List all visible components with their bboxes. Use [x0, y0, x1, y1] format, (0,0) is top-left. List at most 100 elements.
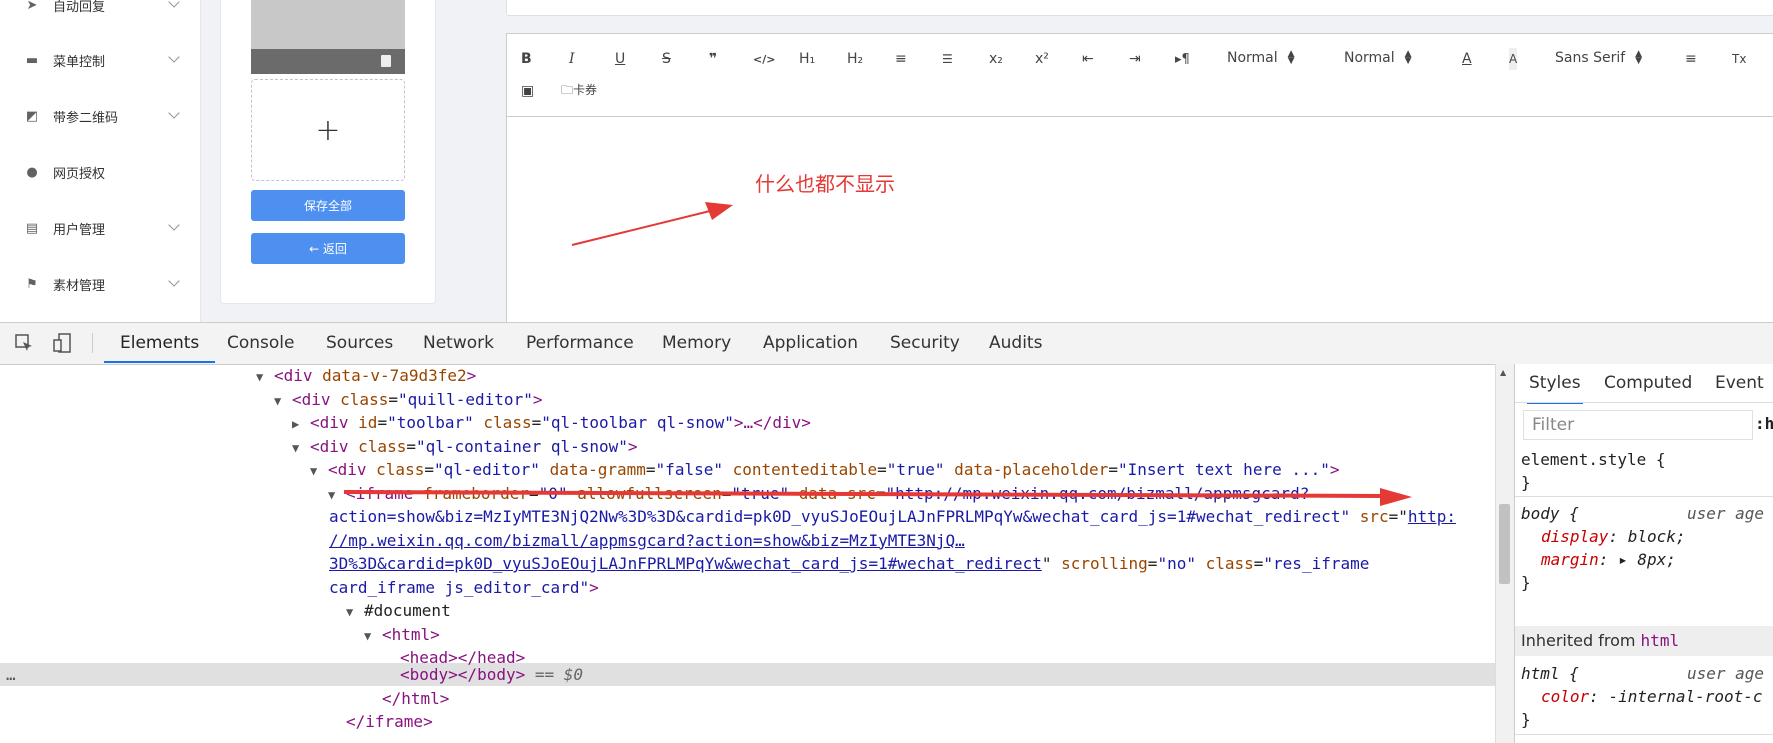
- author-input[interactable]: [506, 0, 1773, 16]
- rule-close-brace: }: [1521, 473, 1531, 492]
- rule-close-brace: }: [1521, 573, 1531, 592]
- tab-security[interactable]: Security: [890, 323, 960, 363]
- tab-event-listeners[interactable]: Event L: [1715, 364, 1773, 431]
- html-rule-selector[interactable]: html {: [1521, 664, 1579, 683]
- divider: [1515, 402, 1773, 403]
- sidebar-item-qrcode[interactable]: ◩ 带参二维码: [0, 96, 200, 136]
- save-all-button[interactable]: 保存全部: [251, 190, 405, 221]
- sidebar-item-label: 网页授权: [53, 166, 106, 182]
- h2-button[interactable]: H₂: [847, 48, 863, 70]
- tab-console[interactable]: Console: [227, 323, 295, 363]
- clean-format-button[interactable]: Tx: [1732, 48, 1746, 70]
- tab-network[interactable]: Network: [423, 323, 494, 363]
- dom-line[interactable]: ▼ <div data-v-7a9d3fe2>: [256, 364, 476, 390]
- font-select[interactable]: Sans Serif ▲ ▼: [1555, 49, 1643, 67]
- dom-line[interactable]: ▼ <div class="ql-container ql-snow">: [292, 435, 638, 461]
- tab-elements[interactable]: Elements: [104, 323, 216, 363]
- element-style-rule[interactable]: element.style {: [1521, 450, 1666, 469]
- body-rule-selector[interactable]: body {: [1521, 504, 1579, 523]
- bold-button[interactable]: B: [521, 48, 532, 70]
- sidebar-item-web-auth[interactable]: ● 网页授权: [0, 152, 200, 192]
- margin-declaration[interactable]: margin: ▸ 8px;: [1541, 550, 1676, 569]
- sidebar: ➤ 自动回复 ▬ 菜单控制 ◩ 带参二维码 ● 网页授权 ▤ 用户管理 ⚑ 素材…: [0, 0, 201, 322]
- display-declaration[interactable]: display: block;: [1541, 527, 1686, 546]
- align-button[interactable]: ≡: [1685, 48, 1697, 70]
- size-select-2[interactable]: Normal ▲ ▼: [1344, 50, 1412, 67]
- trash-icon[interactable]: [381, 55, 391, 67]
- dom-line-selected[interactable]: <body></body> == $0: [400, 663, 583, 687]
- more-icon[interactable]: …: [6, 663, 16, 687]
- code-button[interactable]: </>: [753, 48, 775, 70]
- sidebar-item-label: 素材管理: [53, 278, 106, 294]
- tab-sources[interactable]: Sources: [326, 323, 393, 363]
- size-select-1[interactable]: Normal ▲ ▼: [1227, 50, 1295, 67]
- dom-tree-scrollbar[interactable]: ▲: [1495, 364, 1514, 743]
- sidebar-item-auto-reply[interactable]: ➤ 自动回复: [0, 0, 200, 25]
- card-coupon-button[interactable]: 🗀卡券: [561, 80, 597, 102]
- dom-line: 3D%3D&cardid=pk0D_vyuSJoEOujLAJnFPRLMPqY…: [329, 554, 1370, 573]
- image-uploader[interactable]: +: [251, 79, 405, 181]
- expand-triangle-icon[interactable]: ▼: [256, 366, 274, 390]
- superscript-button[interactable]: x²: [1035, 48, 1049, 70]
- bullet-list-button[interactable]: ☰: [942, 48, 953, 70]
- inherited-tag-link[interactable]: html: [1641, 631, 1680, 650]
- annotation-text: 什么也都不显示: [755, 172, 895, 196]
- sidebar-item-menu-control[interactable]: ▬ 菜单控制: [0, 40, 200, 80]
- tab-audits[interactable]: Audits: [989, 323, 1042, 363]
- updown-icon: ▲ ▼: [1635, 49, 1643, 66]
- send-icon: ➤: [26, 0, 38, 13]
- rtl-button[interactable]: ▸¶: [1175, 48, 1190, 70]
- dom-line[interactable]: </iframe>: [346, 710, 433, 734]
- styles-filter-input[interactable]: Filter: [1523, 410, 1753, 440]
- indent-button[interactable]: ⇥: [1129, 48, 1141, 70]
- expand-triangle-icon[interactable]: ▼: [346, 601, 364, 625]
- inspect-icon[interactable]: [14, 333, 34, 353]
- app-viewport: ➤ 自动回复 ▬ 菜单控制 ◩ 带参二维码 ● 网页授权 ▤ 用户管理 ⚑ 素材…: [0, 0, 1773, 322]
- dom-line[interactable]: ▼ #document: [346, 599, 451, 625]
- sidebar-item-materials[interactable]: ⚑ 素材管理: [0, 264, 200, 304]
- dom-line: card_iframe js_editor_card">: [329, 577, 599, 597]
- expand-triangle-icon[interactable]: ▼: [364, 625, 382, 649]
- background-color-button[interactable]: A: [1509, 48, 1518, 70]
- tab-computed[interactable]: Computed: [1604, 364, 1692, 402]
- outdent-button[interactable]: ⇤: [1082, 48, 1094, 70]
- dom-line[interactable]: ▶ <div id="toolbar" class="ql-toolbar ql-…: [292, 411, 811, 437]
- strike-button[interactable]: S: [662, 48, 671, 70]
- h1-button[interactable]: H₁: [799, 48, 815, 70]
- tab-application[interactable]: Application: [763, 323, 858, 363]
- hover-state-toggle[interactable]: :h: [1755, 414, 1773, 433]
- dom-line[interactable]: ▼ <div class="ql-editor" data-gramm="fals…: [310, 458, 1340, 484]
- color-declaration[interactable]: color: -internal-root-c: [1541, 687, 1763, 706]
- src-link[interactable]: 3D%3D&cardid=pk0D_vyuSJoEOujLAJnFPRLMPqY…: [329, 554, 1042, 573]
- src-link[interactable]: //mp.weixin.qq.com/bizmall/appmsgcard?ac…: [329, 531, 965, 550]
- expand-triangle-icon[interactable]: ▼: [292, 437, 310, 461]
- dom-line[interactable]: </html>: [382, 687, 449, 711]
- tab-styles[interactable]: Styles: [1527, 364, 1583, 404]
- device-toggle-icon[interactable]: [52, 333, 72, 353]
- sidebar-item-label: 自动回复: [53, 0, 106, 15]
- selected-node-highlight: [0, 663, 1495, 686]
- scroll-up-icon[interactable]: ▲: [1500, 368, 1506, 377]
- ordered-list-button[interactable]: ≡: [895, 48, 907, 70]
- scrollbar-thumb[interactable]: [1499, 504, 1510, 584]
- collapse-triangle-icon[interactable]: ▶: [292, 413, 310, 437]
- blockquote-button[interactable]: ❞: [709, 48, 717, 70]
- text-color-button[interactable]: A: [1462, 48, 1472, 70]
- sidebar-item-user-manage[interactable]: ▤ 用户管理: [0, 208, 200, 248]
- src-link[interactable]: http:: [1408, 507, 1456, 526]
- italic-button[interactable]: I: [569, 48, 575, 70]
- card-image-actions: [251, 49, 405, 74]
- styles-pane: Styles Computed Event L Filter :h elemen…: [1514, 364, 1773, 743]
- dom-line[interactable]: ▼ <html>: [364, 623, 440, 649]
- subscript-button[interactable]: x₂: [989, 48, 1003, 70]
- divider: [92, 333, 93, 353]
- video-button[interactable]: ▣: [521, 80, 534, 102]
- chevron-down-icon: [168, 275, 180, 287]
- tab-memory[interactable]: Memory: [662, 323, 731, 363]
- expand-triangle-icon[interactable]: ▼: [274, 390, 292, 414]
- underline-button[interactable]: U: [615, 48, 625, 70]
- dom-line[interactable]: ▼ <div class="quill-editor">: [274, 388, 542, 414]
- tab-performance[interactable]: Performance: [526, 323, 634, 363]
- back-button[interactable]: ← 返回: [251, 233, 405, 264]
- expand-triangle-icon[interactable]: ▼: [310, 460, 328, 484]
